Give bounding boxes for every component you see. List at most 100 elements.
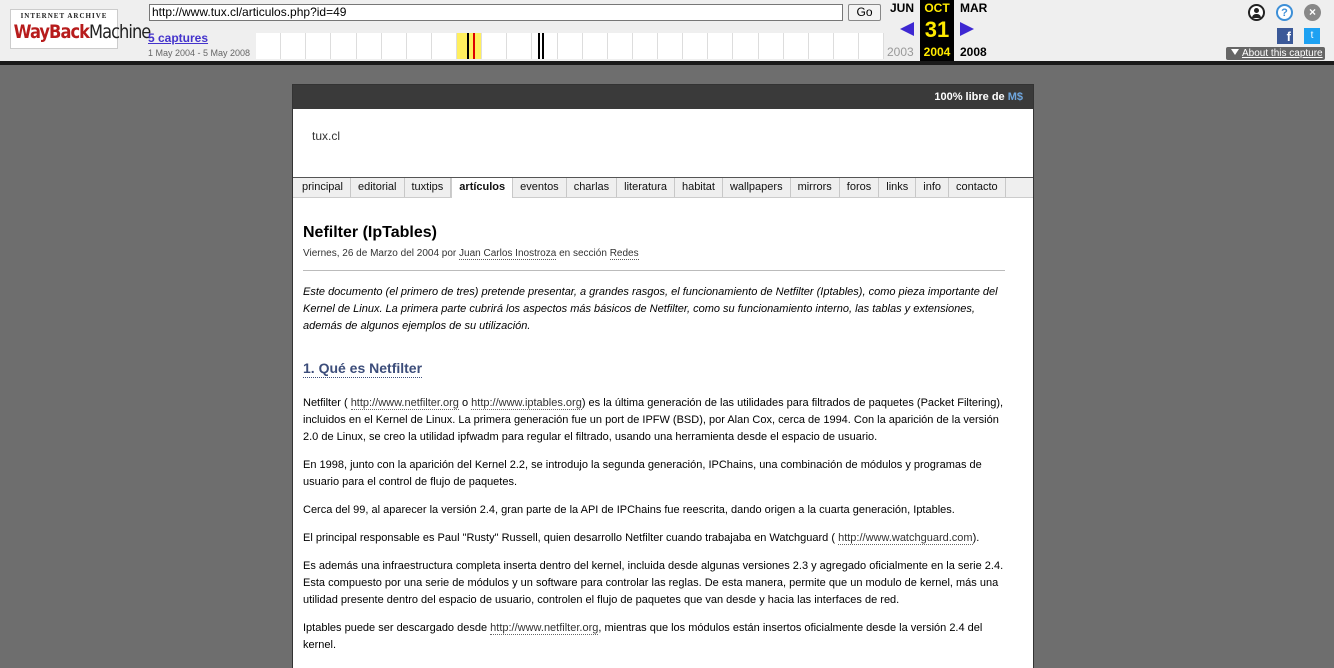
netfilter-download-link[interactable]: http://www.netfilter.org (490, 622, 599, 635)
paragraph: El principal responsable es Paul "Rusty"… (303, 530, 1005, 547)
twitter-icon[interactable]: t (1304, 28, 1320, 44)
sparkline-month[interactable] (407, 33, 432, 59)
section-link[interactable]: Redes (609, 248, 639, 260)
section-heading: 1. Qué es Netfilter (303, 360, 423, 378)
capture-tick (467, 33, 469, 59)
user-account-icon[interactable] (1248, 4, 1265, 21)
logo-wordmark: WayBackMachine (13, 21, 152, 43)
nav-item-articulos[interactable]: artículos (451, 178, 514, 198)
next-capture-arrow-icon[interactable] (960, 22, 974, 36)
paragraph: Netfilter ( http://www.netfilter.org o h… (303, 395, 1005, 446)
sparkline-month[interactable] (658, 33, 684, 59)
current-month: OCT (924, 1, 950, 15)
capture-date-range: 1 May 2004 - 5 May 2008 (148, 48, 251, 58)
prev-capture-arrow-icon[interactable] (900, 22, 914, 36)
logo-word-machine: Machine (89, 21, 151, 43)
sparkline-month[interactable] (708, 33, 734, 59)
paragraph-text: Netfilter ( (303, 397, 351, 409)
nav-item-foros[interactable]: foros (840, 178, 880, 197)
sparkline-month[interactable] (482, 33, 508, 59)
nav-item-eventos[interactable]: eventos (513, 178, 567, 197)
tagline-ms: M$ (1007, 91, 1023, 103)
archived-page: 100% libre de M$ tux.cl principal editor… (292, 84, 1034, 668)
sparkline-month[interactable] (382, 33, 407, 59)
sparkline-month[interactable] (558, 33, 583, 59)
paragraph: Cerca del 99, al aparecer la versión 2.4… (303, 504, 955, 516)
nav-item-wallpapers[interactable]: wallpapers (723, 178, 791, 197)
nav-item-info[interactable]: info (916, 178, 950, 197)
sparkline-month[interactable] (733, 33, 759, 59)
paragraph-text: ). (972, 532, 980, 544)
article-content: Nefilter (IpTables) Viernes, 26 de Marzo… (293, 224, 1033, 654)
paragraph: Iptables puede ser descargado desde http… (303, 620, 1005, 654)
logo-word-wayback: WayBack (13, 21, 90, 43)
help-icon[interactable]: ? (1276, 4, 1293, 21)
paragraph: Es además una infraestructura completa i… (303, 560, 1004, 606)
current-day: 31 (924, 17, 950, 42)
sparkline-month[interactable] (357, 33, 382, 59)
nav-item-literatura[interactable]: literatura (617, 178, 675, 197)
next-year-label[interactable]: 2008 (960, 45, 987, 59)
sparkline-month[interactable] (834, 33, 859, 59)
author-link[interactable]: Juan Carlos Inostroza (459, 248, 557, 260)
prev-month-label[interactable]: JUN (890, 1, 914, 15)
close-icon[interactable]: × (1304, 4, 1321, 21)
url-input[interactable]: http://www.tux.cl/articulos.php?id=49 (149, 4, 843, 21)
article-title: Nefilter (IpTables) (303, 224, 437, 241)
paragraph-text: El principal responsable es Paul "Rusty"… (303, 532, 839, 544)
site-nav: principal editorial tuxtips artículos ev… (293, 178, 1033, 198)
article-byline: Viernes, 26 de Marzo del 2004 por Juan C… (303, 248, 1005, 260)
article-intro: Este documento (el primero de tres) pret… (303, 286, 998, 332)
paragraph-text: Iptables puede ser descargado desde (303, 622, 491, 634)
paragraph: En 1998, junto con la aparición del Kern… (303, 459, 982, 488)
byline-date: Viernes, 26 de Marzo del 2004 por (303, 248, 460, 259)
captures-link[interactable]: 5 captures (148, 31, 208, 45)
sparkline-month[interactable] (532, 33, 558, 59)
netfilter-link[interactable]: http://www.netfilter.org (350, 397, 459, 410)
nav-item-habitat[interactable]: habitat (675, 178, 723, 197)
sparkline-month[interactable] (633, 33, 658, 59)
nav-item-charlas[interactable]: charlas (567, 178, 618, 197)
sparkline-month[interactable] (859, 33, 885, 59)
sparkline-month[interactable] (683, 33, 709, 59)
sparkline-month[interactable] (432, 33, 457, 59)
sparkline-month[interactable] (306, 33, 332, 59)
sparkline-month[interactable] (583, 33, 608, 59)
nav-item-tuxtips[interactable]: tuxtips (405, 178, 452, 197)
sparkline-month[interactable] (809, 33, 834, 59)
sparkline-month[interactable] (759, 33, 784, 59)
capture-tick-current (473, 33, 475, 59)
sparkline-month-current[interactable] (457, 33, 483, 59)
iptables-link[interactable]: http://www.iptables.org (471, 397, 582, 410)
capture-sparkline[interactable] (256, 33, 885, 59)
wayback-logo[interactable]: INTERNET ARCHIVE WayBackMachine (10, 9, 152, 49)
sparkline-month[interactable] (784, 33, 809, 59)
prev-year-label[interactable]: 2003 (887, 45, 914, 59)
sparkline-month[interactable] (256, 33, 282, 59)
sparkline-month[interactable] (507, 33, 533, 59)
watchguard-link[interactable]: http://www.watchguard.com (838, 532, 973, 545)
go-button[interactable]: Go (848, 4, 881, 21)
triangle-down-icon (1231, 49, 1239, 55)
sparkline-month[interactable] (608, 33, 633, 59)
current-year: 2004 (923, 45, 951, 59)
paragraph-text: o (458, 397, 472, 409)
tagline-text: 100% libre de (934, 91, 1008, 103)
nav-item-principal[interactable]: principal (295, 178, 351, 197)
sparkline-month[interactable] (331, 33, 357, 59)
facebook-icon[interactable]: f (1277, 28, 1293, 44)
sparkline-month[interactable] (281, 33, 307, 59)
logo-top-text: INTERNET ARCHIVE (20, 12, 108, 20)
next-month-label[interactable]: MAR (960, 1, 987, 15)
nav-item-mirrors[interactable]: mirrors (791, 178, 840, 197)
divider (303, 270, 1005, 271)
byline-mid: en sección (556, 248, 610, 259)
nav-item-editorial[interactable]: editorial (351, 178, 405, 197)
about-capture-button[interactable]: About this capture (1226, 47, 1325, 60)
current-capture-date: OCT 31 2004 (920, 0, 954, 61)
nav-item-links[interactable]: links (879, 178, 917, 197)
site-title[interactable]: tux.cl (312, 129, 340, 143)
wayback-toolbar: INTERNET ARCHIVE WayBackMachine http://w… (0, 0, 1334, 65)
nav-item-contacto[interactable]: contacto (949, 178, 1006, 197)
capture-tick (538, 33, 541, 59)
